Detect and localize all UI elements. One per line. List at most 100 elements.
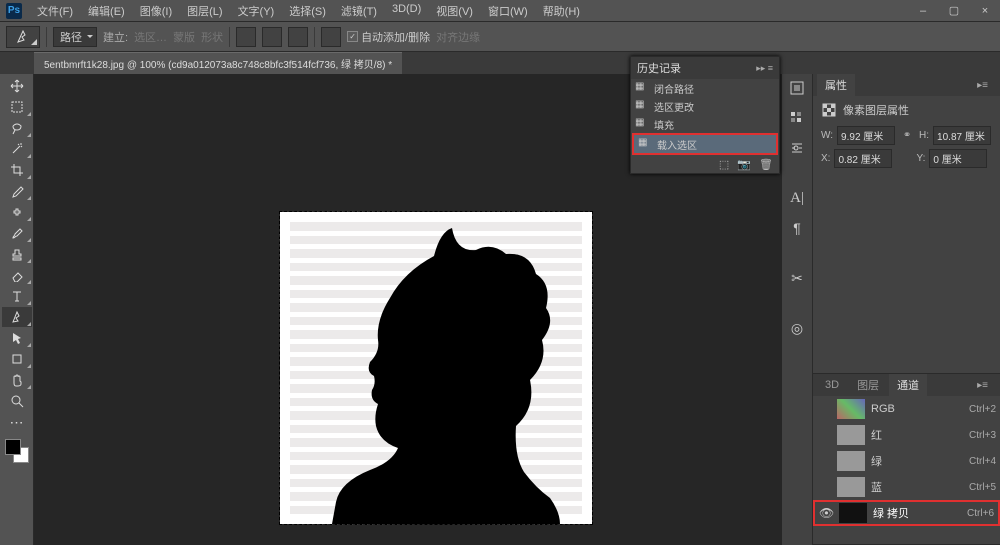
properties-flyout-icon[interactable]: ▸≡ bbox=[969, 77, 996, 94]
channel-rgb[interactable]: RGB Ctrl+2 bbox=[813, 396, 1000, 422]
mode-dropdown[interactable]: 路径 bbox=[53, 27, 97, 47]
pixel-layer-icon bbox=[821, 102, 837, 118]
history-item-2[interactable]: ▦ 填充 bbox=[631, 115, 779, 133]
channels-panel: 3D 图层 通道 ▸≡ RGB Ctrl+2 红 Ctrl+3 绿 bbox=[813, 374, 1000, 545]
shape-button[interactable]: 形状 bbox=[201, 29, 223, 45]
tab-properties[interactable]: 属性 bbox=[817, 74, 855, 96]
document-tab[interactable]: 5entbmrft1k28.jpg @ 100% (cd9a012073a8c7… bbox=[34, 52, 402, 74]
strip-brush-icon[interactable]: ✂ bbox=[787, 268, 807, 288]
strip-text-icon[interactable]: A| bbox=[787, 188, 807, 208]
prop-h-field[interactable]: 10.87 厘米 bbox=[933, 126, 991, 145]
history-item-1[interactable]: ▦ 选区更改 bbox=[631, 97, 779, 115]
crop-tool-icon[interactable] bbox=[2, 160, 32, 180]
shape-tool-icon[interactable] bbox=[2, 349, 32, 369]
history-trash-icon[interactable]: 🗑 bbox=[759, 158, 773, 171]
title-bar: Ps 文件(F) 编辑(E) 图像(I) 图层(L) 文字(Y) 选择(S) 滤… bbox=[0, 0, 1000, 22]
history-snapshot-icon[interactable]: 📷 bbox=[737, 158, 751, 171]
strip-swatches-icon[interactable] bbox=[787, 108, 807, 128]
properties-panel: 属性 ▸≡ 像素图层属性 W: 9.92 厘米 ⚭ H: 10.87 厘米 X:… bbox=[813, 74, 1000, 374]
menu-window[interactable]: 窗口(W) bbox=[481, 1, 535, 21]
marquee-tool-icon[interactable] bbox=[2, 97, 32, 117]
panel-strip: A| ¶ ✂ ◎ bbox=[782, 74, 812, 545]
build-label: 建立: bbox=[103, 29, 128, 45]
eraser-tool-icon[interactable] bbox=[2, 265, 32, 285]
strip-adjust-icon[interactable] bbox=[787, 138, 807, 158]
zoom-tool-icon[interactable] bbox=[2, 391, 32, 411]
pen-tool-icon[interactable] bbox=[2, 307, 32, 327]
menu-type[interactable]: 文字(Y) bbox=[231, 1, 282, 21]
lasso-tool-icon[interactable] bbox=[2, 118, 32, 138]
hand-tool-icon[interactable] bbox=[2, 370, 32, 390]
strip-color-icon[interactable] bbox=[787, 78, 807, 98]
prop-w-field[interactable]: 9.92 厘米 bbox=[837, 126, 895, 145]
prop-h-label: H: bbox=[919, 130, 929, 141]
strip-paragraph-icon[interactable]: ¶ bbox=[787, 218, 807, 238]
toolbox: ⋯ bbox=[0, 74, 34, 545]
menu-view[interactable]: 视图(V) bbox=[429, 1, 480, 21]
history-item-0[interactable]: ▦ 闭合路径 bbox=[631, 79, 779, 97]
channel-blue[interactable]: 蓝 Ctrl+5 bbox=[813, 474, 1000, 500]
prop-y-label: Y: bbox=[916, 153, 925, 164]
history-step-icon: ▦ bbox=[635, 81, 649, 95]
strip-cc-icon[interactable]: ◎ bbox=[787, 318, 807, 338]
move-tool-icon[interactable] bbox=[2, 76, 32, 96]
menu-file[interactable]: 文件(F) bbox=[30, 1, 80, 21]
path-op-1-icon[interactable] bbox=[236, 27, 256, 47]
tab-channels[interactable]: 通道 bbox=[889, 374, 927, 396]
properties-header: 像素图层属性 bbox=[843, 102, 909, 118]
history-flyout-icon[interactable]: ▸▸ ≡ bbox=[756, 63, 773, 74]
path-select-tool-icon[interactable] bbox=[2, 328, 32, 348]
options-bar: 路径 建立: 选区… 蒙版 形状 ✓自动添加/删除 对齐边缘 bbox=[0, 22, 1000, 52]
menu-image[interactable]: 图像(I) bbox=[133, 1, 179, 21]
brush-tool-icon[interactable] bbox=[2, 223, 32, 243]
tab-history[interactable]: 历史记录 bbox=[637, 60, 681, 76]
tab-3d[interactable]: 3D bbox=[817, 376, 847, 394]
eye-icon[interactable]: 👁 bbox=[819, 506, 833, 520]
wand-tool-icon[interactable] bbox=[2, 139, 32, 159]
prop-x-field[interactable]: 0.82 厘米 bbox=[834, 149, 892, 168]
edit-toolbar-icon[interactable]: ⋯ bbox=[2, 412, 32, 432]
stamp-tool-icon[interactable] bbox=[2, 244, 32, 264]
document-tab-bar: 5entbmrft1k28.jpg @ 100% (cd9a012073a8c7… bbox=[0, 52, 1000, 74]
history-item-3[interactable]: ▦ 载入选区 bbox=[634, 135, 776, 153]
channel-green-copy[interactable]: 👁 绿 拷贝 Ctrl+6 bbox=[813, 500, 1000, 526]
menu-select[interactable]: 选择(S) bbox=[282, 1, 333, 21]
right-panel-column: 属性 ▸≡ 像素图层属性 W: 9.92 厘米 ⚭ H: 10.87 厘米 X:… bbox=[812, 74, 1000, 545]
prop-y-field[interactable]: 0 厘米 bbox=[929, 149, 987, 168]
menu-edit[interactable]: 编辑(E) bbox=[81, 1, 132, 21]
auto-add-remove-checkbox[interactable]: ✓自动添加/删除 bbox=[347, 29, 430, 45]
path-op-2-icon[interactable] bbox=[262, 27, 282, 47]
document-canvas[interactable] bbox=[280, 212, 592, 524]
eyedropper-tool-icon[interactable] bbox=[2, 181, 32, 201]
menu-3d[interactable]: 3D(D) bbox=[385, 1, 428, 21]
channels-flyout-icon[interactable]: ▸≡ bbox=[969, 377, 996, 394]
menu-filter[interactable]: 滤镜(T) bbox=[334, 1, 384, 21]
channel-red[interactable]: 红 Ctrl+3 bbox=[813, 422, 1000, 448]
menu-layer[interactable]: 图层(L) bbox=[180, 1, 229, 21]
app-logo: Ps bbox=[6, 3, 22, 19]
color-swatch[interactable] bbox=[5, 439, 29, 463]
history-new-doc-icon[interactable]: ⬚ bbox=[719, 158, 729, 171]
geometry-icon[interactable] bbox=[321, 27, 341, 47]
mask-button[interactable]: 蒙版 bbox=[173, 29, 195, 45]
menu-bar: 文件(F) 编辑(E) 图像(I) 图层(L) 文字(Y) 选择(S) 滤镜(T… bbox=[30, 1, 587, 21]
window-maximize[interactable]: ▢ bbox=[939, 1, 969, 21]
window-close[interactable]: × bbox=[970, 1, 1000, 21]
history-step-icon: ▦ bbox=[638, 137, 652, 151]
menu-help[interactable]: 帮助(H) bbox=[536, 1, 587, 21]
align-edges-option[interactable]: 对齐边缘 bbox=[436, 29, 480, 45]
heal-tool-icon[interactable] bbox=[2, 202, 32, 222]
current-tool-icon[interactable] bbox=[6, 26, 40, 48]
prop-x-label: X: bbox=[821, 153, 830, 164]
window-minimize[interactable]: – bbox=[908, 1, 938, 21]
tab-layers[interactable]: 图层 bbox=[849, 374, 887, 396]
channel-green[interactable]: 绿 Ctrl+4 bbox=[813, 448, 1000, 474]
prop-w-label: W: bbox=[821, 130, 833, 141]
path-op-3-icon[interactable] bbox=[288, 27, 308, 47]
selection-button[interactable]: 选区… bbox=[134, 29, 167, 45]
link-wh-icon[interactable]: ⚭ bbox=[899, 129, 915, 143]
history-step-icon: ▦ bbox=[635, 99, 649, 113]
history-panel[interactable]: 历史记录 ▸▸ ≡ ▦ 闭合路径 ▦ 选区更改 ▦ 填充 ▦ 载入选区 ⬚ 📷 … bbox=[630, 56, 780, 174]
silhouette-image bbox=[280, 212, 592, 524]
type-tool-icon[interactable] bbox=[2, 286, 32, 306]
